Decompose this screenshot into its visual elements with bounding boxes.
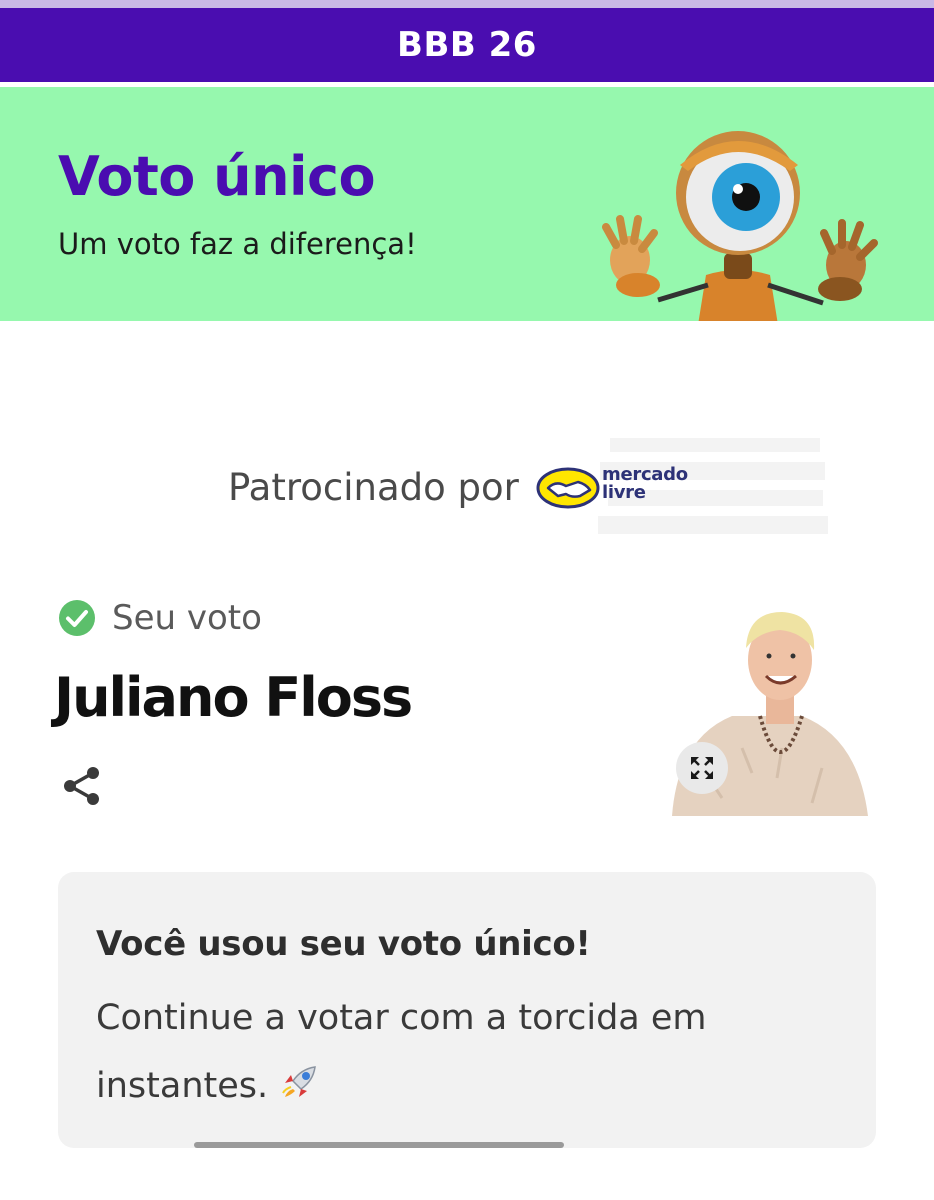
app-header: BBB 26: [0, 8, 934, 82]
candidate-name: Juliano Floss: [54, 666, 413, 729]
banner-subtitle: Um voto faz a diferença!: [58, 227, 417, 261]
info-card: Você usou seu voto único! Continue a vot…: [58, 872, 876, 1148]
vote-status-label: Seu voto: [112, 598, 262, 638]
header-title: BBB 26: [397, 25, 537, 65]
rocket-icon: [282, 1066, 317, 1097]
mercado-livre-line2: livre: [602, 482, 646, 503]
mercado-livre-handshake-logo-icon: [536, 467, 600, 509]
expand-photo-button[interactable]: [676, 742, 728, 794]
mercado-livre-wordmark: mercado livre: [602, 466, 688, 502]
scroll-indicator: [194, 1142, 564, 1148]
info-title: Você usou seu voto único!: [96, 924, 591, 964]
eye-robot-mascot-icon: [602, 131, 878, 321]
banner-title: Voto único: [58, 145, 376, 208]
check-circle-icon: [59, 600, 95, 636]
vote-status: Seu voto: [58, 598, 262, 638]
vote-banner: Voto único Um voto faz a diferença!: [0, 87, 934, 321]
sponsor-label: Patrocinado por: [228, 466, 519, 509]
top-accent-line: [0, 0, 934, 8]
share-icon[interactable]: [62, 765, 102, 807]
expand-icon: [691, 757, 713, 779]
info-body-text: Continue a votar com a torcida em instan…: [96, 998, 707, 1106]
info-body: Continue a votar com a torcida em instan…: [96, 984, 796, 1120]
